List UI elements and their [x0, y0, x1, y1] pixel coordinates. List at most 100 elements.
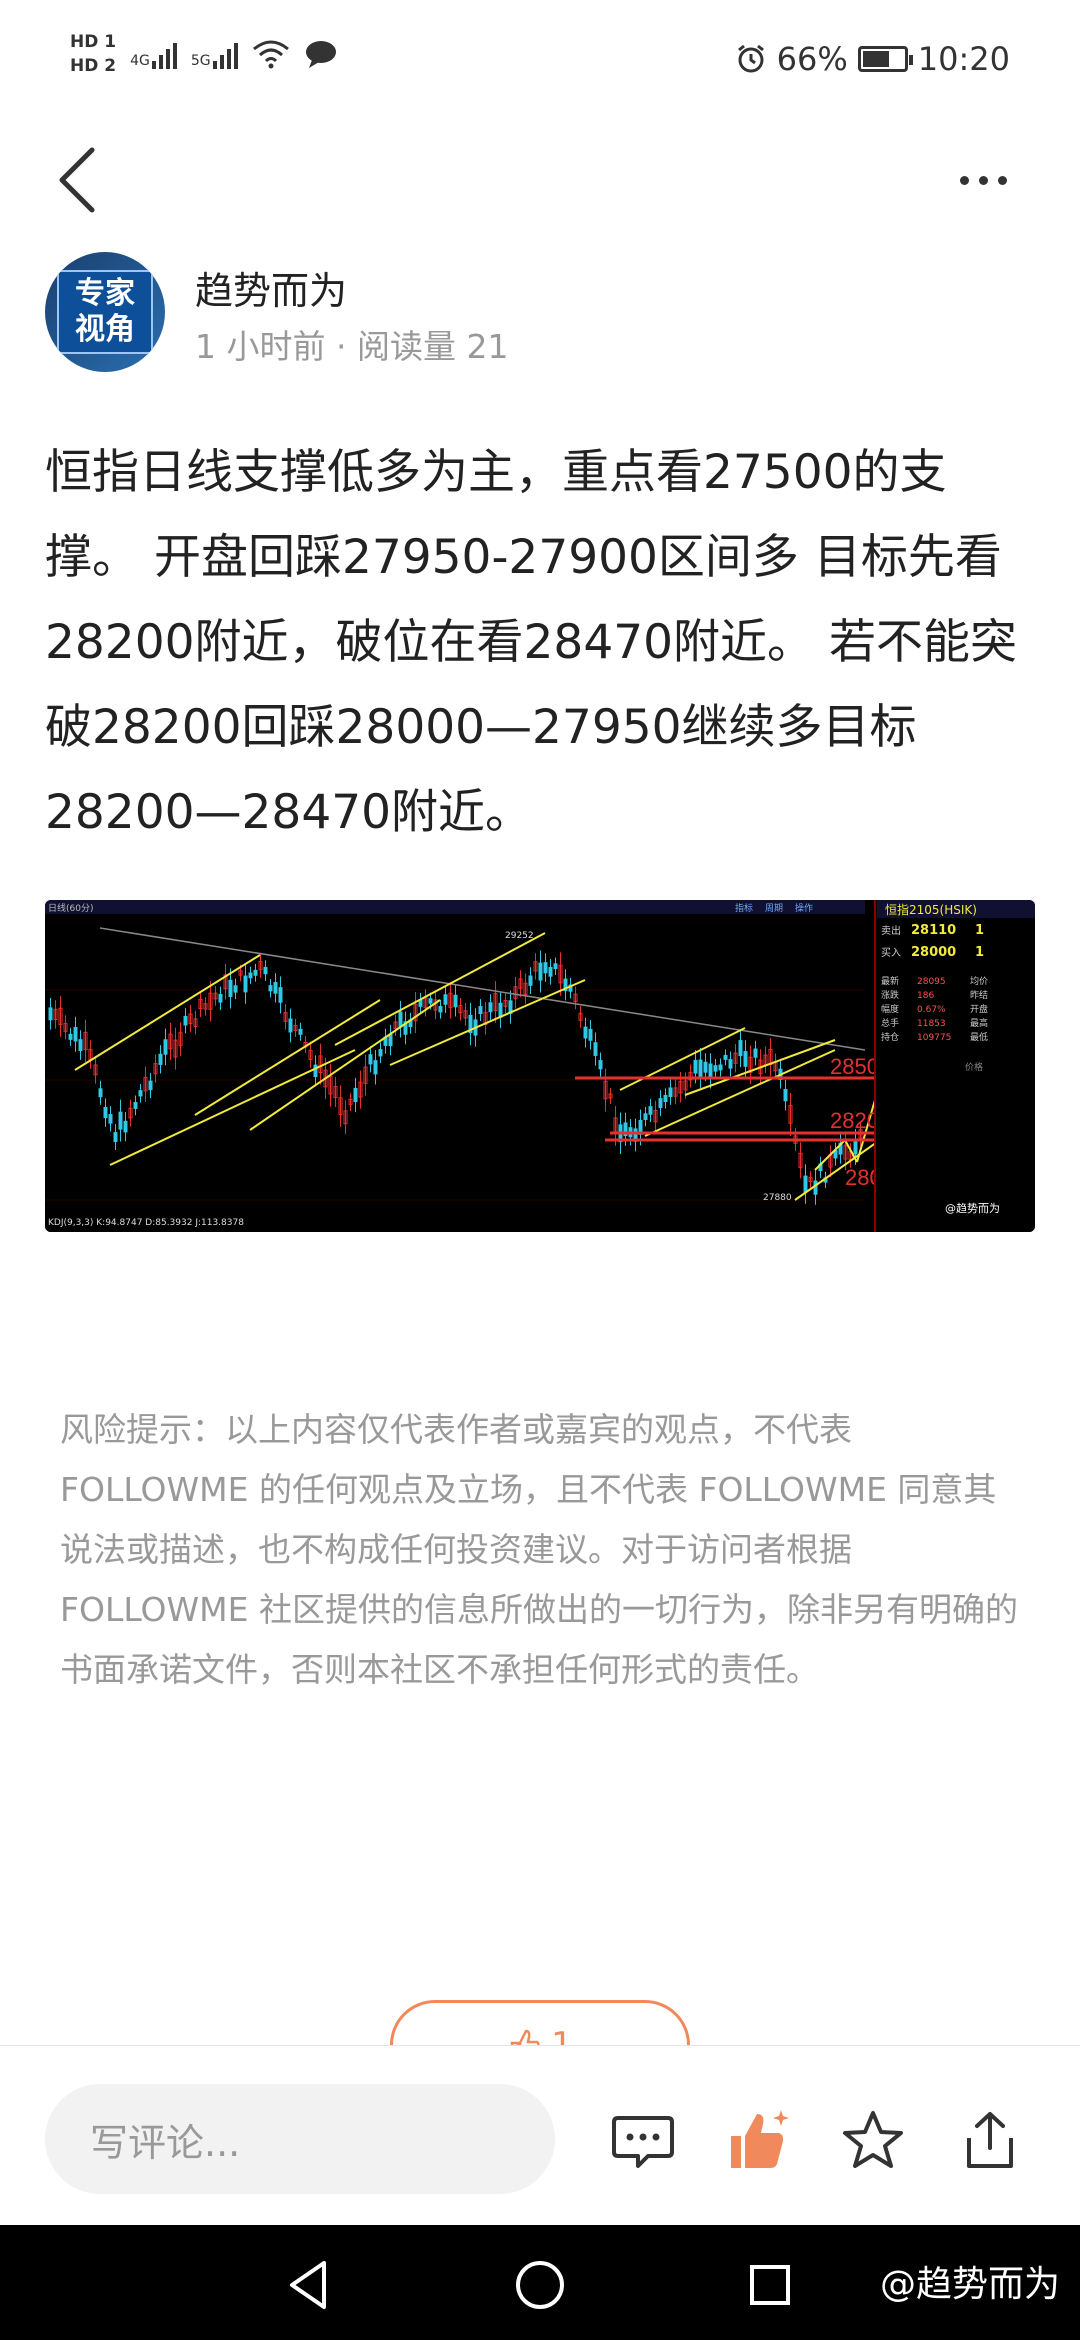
square-recents-icon — [750, 2265, 790, 2305]
quote-row-label: 买入 — [881, 947, 901, 959]
chart-menu-item: 指标 — [735, 902, 753, 914]
candle-body — [438, 1005, 443, 1013]
nav-home-button[interactable] — [510, 2255, 570, 2315]
candle-body — [218, 993, 223, 1003]
candle-body — [498, 1002, 503, 1018]
quote-stat-label: 最新 — [881, 975, 899, 987]
candle-body — [538, 962, 543, 981]
candle-body — [183, 1015, 188, 1026]
back-button[interactable] — [50, 140, 110, 220]
wifi-icon — [252, 40, 289, 69]
comment-button[interactable] — [608, 2106, 678, 2176]
candle-body — [753, 1048, 758, 1058]
candle-body — [313, 1064, 318, 1078]
candle-body — [98, 1088, 103, 1098]
candle-body — [113, 1132, 118, 1143]
candle-body — [288, 1018, 293, 1033]
quote-stat-value: 186 — [917, 991, 934, 1001]
candle-body — [353, 1087, 358, 1103]
candle-body — [528, 975, 533, 986]
signal-4g-icon: 4G — [130, 39, 177, 69]
comment-input[interactable]: 写评论... — [45, 2084, 555, 2194]
candle-body — [743, 1051, 748, 1067]
candle-body — [783, 1088, 788, 1102]
candle-body — [148, 1080, 153, 1091]
candle-body — [598, 1060, 603, 1070]
status-time: 10:20 — [917, 40, 1010, 78]
quote-stat-label2: 最高 — [970, 1017, 988, 1029]
candle-body — [388, 1033, 393, 1047]
candle-body — [643, 1113, 648, 1121]
message-icon — [305, 41, 336, 68]
status-left: HD 1 HD 2 4G 5G — [70, 30, 338, 78]
quote-row-value: 28000 — [911, 945, 956, 960]
share-button[interactable] — [955, 2106, 1025, 2176]
candle-body — [543, 962, 548, 974]
candle-body — [278, 987, 283, 1003]
triangle-back-icon — [290, 2261, 326, 2309]
nav-recents-button[interactable] — [740, 2255, 800, 2315]
alarm-icon — [737, 44, 764, 73]
candle-body — [298, 1028, 303, 1035]
net1-label: 4G — [130, 53, 150, 69]
quote-row-qty: 1 — [975, 945, 984, 960]
quote-stat-label2: 最低 — [970, 1031, 988, 1043]
chart-menu-item: 操作 — [795, 902, 813, 914]
share-icon — [967, 2112, 1013, 2168]
candle-body — [158, 1053, 163, 1065]
candle-body — [248, 972, 253, 979]
candle-body — [728, 1059, 733, 1069]
quote-stat-value: 0.67% — [917, 1005, 946, 1015]
candle-body — [703, 1061, 708, 1073]
status-bar: HD 1 HD 2 4G 5G 66% 10:20 — [0, 0, 1080, 120]
avatar[interactable]: 专家视角 — [45, 252, 165, 372]
like-bar-button[interactable] — [723, 2106, 793, 2176]
candle-body — [368, 1054, 373, 1065]
back-arrow-icon — [59, 147, 95, 213]
candle-body — [663, 1094, 668, 1102]
candle-body — [658, 1098, 663, 1109]
candle-body — [478, 1006, 483, 1015]
top-bar — [0, 130, 1080, 230]
price-column-label: 价格 — [965, 1061, 983, 1073]
candle-body — [693, 1059, 698, 1074]
candle-body — [738, 1040, 743, 1057]
quote-stat-label2: 开盘 — [970, 1003, 988, 1015]
candle-body — [803, 1175, 808, 1193]
candle-body — [398, 1011, 403, 1027]
kdj-indicator: KDJ(9,3,3) K:94.8747 D:85.3932 J:113.837… — [48, 1218, 244, 1228]
hd2-label: HD 2 — [70, 56, 117, 76]
candle-body — [713, 1065, 718, 1072]
system-nav-bar: @趋势而为 — [0, 2225, 1080, 2340]
quote-row-value: 28110 — [911, 923, 956, 938]
quote-stat-label: 涨跌 — [881, 990, 899, 1001]
quote-stat-value: 11853 — [917, 1019, 946, 1029]
more-dot-icon — [979, 175, 988, 185]
chart-image[interactable]: 日线(60分) 指标 周期 操作 28500 28200 29252 27880… — [45, 900, 1035, 1232]
risk-disclaimer: 风险提示：以上内容仅代表作者或嘉宾的观点，不代表 FOLLOWME 的任何观点及… — [60, 1410, 1018, 1689]
more-button[interactable] — [960, 160, 1030, 200]
battery-icon — [857, 46, 913, 72]
candle-body — [553, 963, 558, 970]
candle-body — [68, 1033, 73, 1040]
nav-back-button[interactable] — [280, 2255, 340, 2315]
candle-body — [453, 994, 458, 1008]
signal-5g-icon: 5G — [191, 39, 238, 69]
avatar-text: 专家视角 — [57, 270, 153, 354]
candle-body — [273, 982, 278, 994]
author-row[interactable]: 专家视角 趋势而为 1 小时前 · 阅读量 21 — [45, 250, 1045, 380]
quote-stat-label: 幅度 — [881, 1003, 899, 1015]
candle-body — [228, 979, 233, 997]
post-meta: 1 小时前 · 阅读量 21 — [195, 327, 509, 366]
chart-top-left: 日线(60分) — [48, 902, 93, 914]
navbar-watermark: @趋势而为 — [879, 2264, 1060, 2305]
author-name[interactable]: 趋势而为 — [195, 260, 347, 315]
candle-body — [243, 975, 248, 993]
candle-body — [698, 1059, 703, 1077]
candle-body — [78, 1039, 83, 1051]
candle-body — [648, 1106, 653, 1115]
favorite-button[interactable] — [838, 2106, 908, 2176]
candle-body — [853, 1139, 858, 1155]
candle-body — [268, 985, 273, 992]
chart-svg: 日线(60分) 指标 周期 操作 28500 28200 29252 27880… — [45, 900, 1035, 1232]
